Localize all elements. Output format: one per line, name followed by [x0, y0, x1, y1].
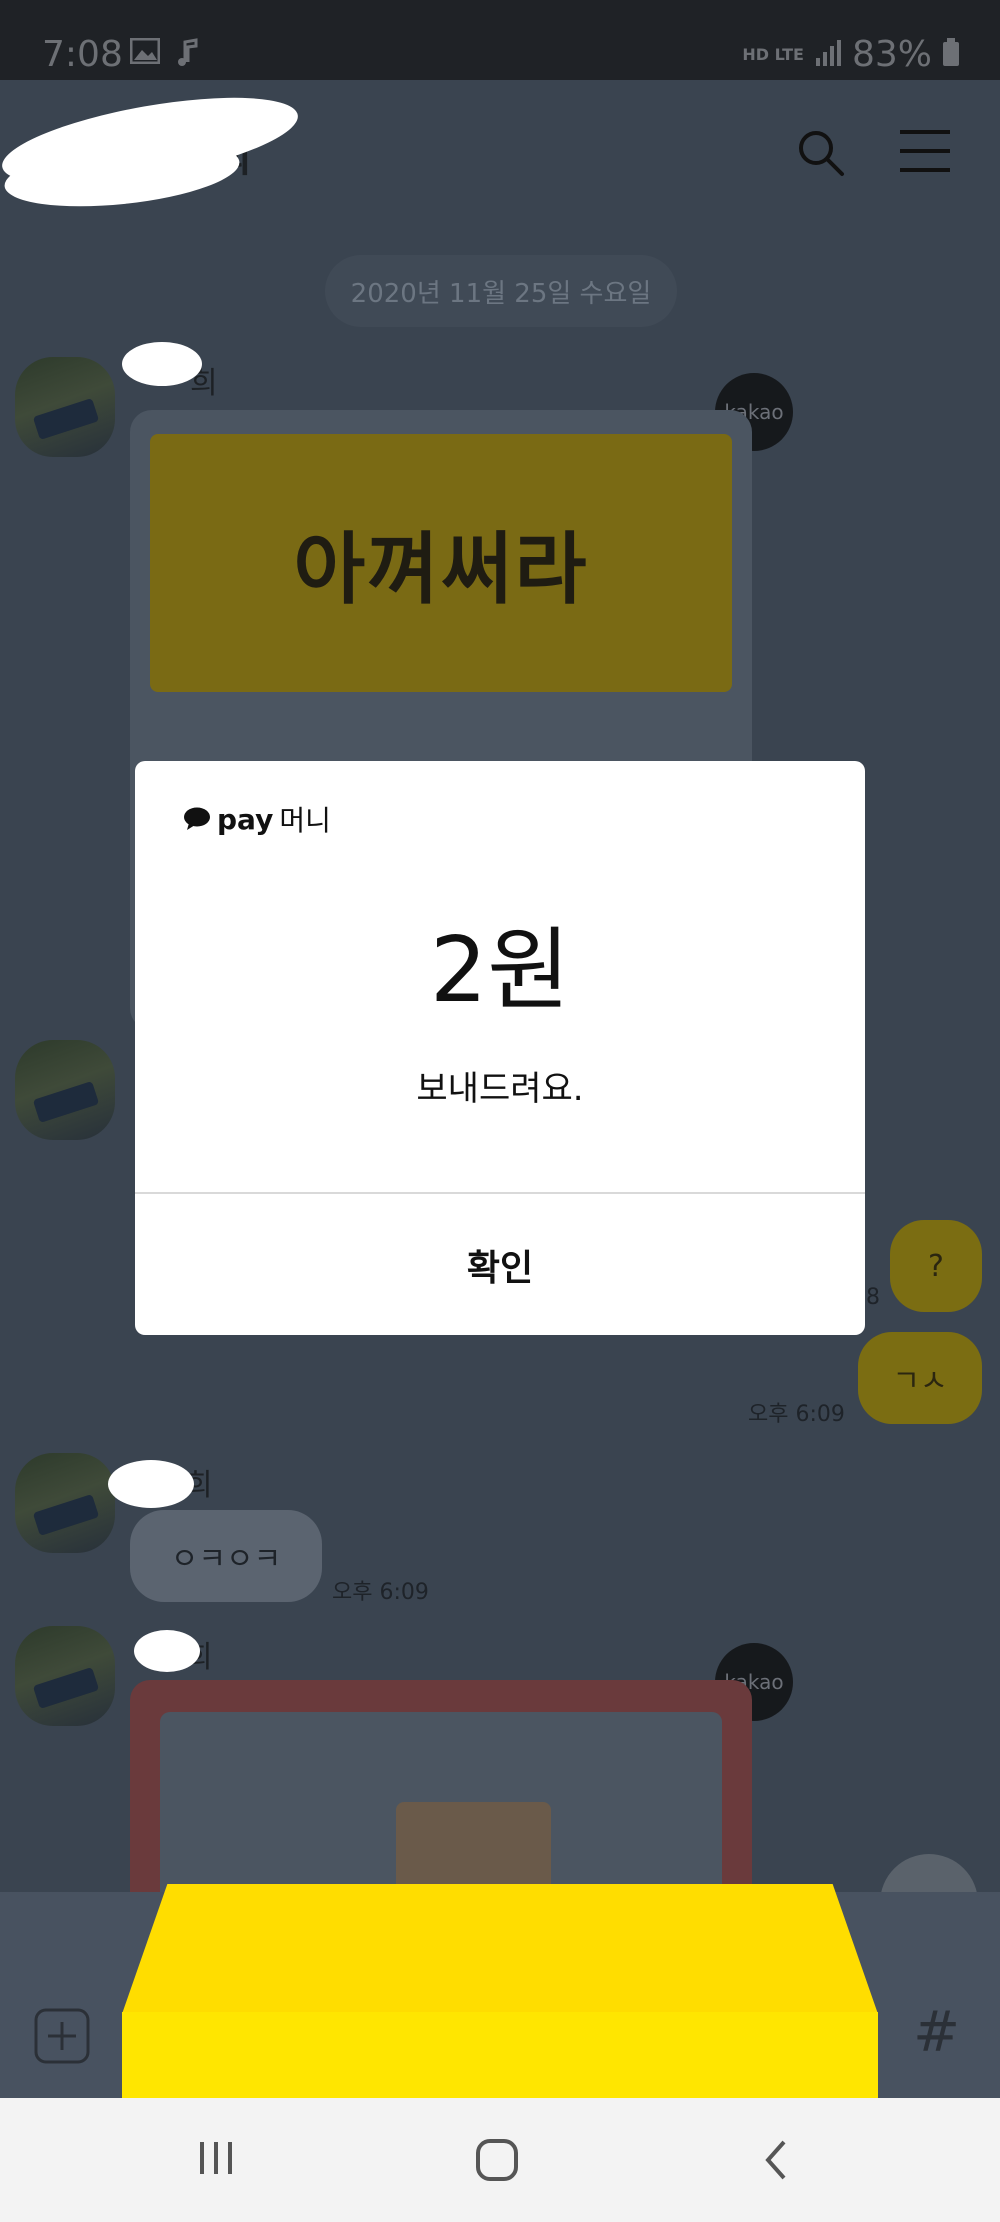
my-message-bubble[interactable]: ㄱㅅ — [858, 1332, 982, 1424]
gallery-notification-icon — [129, 37, 161, 68]
envelope-graphic — [122, 1884, 878, 2102]
message-time: 오후 6:09 — [748, 1402, 845, 1427]
battery-percent: 83% — [851, 34, 932, 75]
status-bar: 7:08 HD LTE 83% — [0, 0, 1000, 80]
redaction-scribble — [122, 342, 202, 386]
avatar[interactable] — [15, 357, 115, 457]
menu-icon[interactable] — [898, 128, 952, 178]
envelope-body — [122, 2012, 878, 2102]
envelope-flap — [122, 1884, 878, 2014]
confirm-button[interactable]: 확인 — [135, 1194, 865, 1335]
kakaopay-brand: pay 머니 — [183, 799, 331, 839]
hash-button[interactable]: # — [913, 2000, 960, 2065]
plus-icon[interactable] — [34, 2008, 90, 2068]
gift-banner: 아껴써라 — [150, 434, 732, 692]
brand-money: 머니 — [279, 804, 331, 837]
their-message-bubble[interactable]: ㅇㅋㅇㅋ — [130, 1510, 322, 1602]
my-message-bubble[interactable]: ? — [890, 1220, 982, 1312]
status-time: 7:08 — [42, 34, 123, 75]
search-icon[interactable] — [796, 128, 846, 182]
signal-icon — [814, 34, 842, 75]
back-icon[interactable] — [762, 2138, 790, 2186]
pay-money-dialog: pay 머니 2원 보내드려요. 확인 — [135, 761, 865, 1335]
home-icon[interactable] — [475, 2138, 519, 2186]
recent-apps-icon[interactable] — [196, 2138, 236, 2182]
music-note-icon — [176, 38, 200, 72]
battery-icon — [942, 34, 960, 75]
avatar[interactable] — [15, 1040, 115, 1140]
brand-pay: pay — [217, 802, 274, 836]
redaction-scribble — [108, 1460, 194, 1508]
system-nav-bar — [0, 2098, 1000, 2222]
message-time: 오후 6:09 — [332, 1580, 429, 1605]
amount: 2원 — [429, 918, 571, 1023]
avatar[interactable] — [15, 1626, 115, 1726]
status-right: HD LTE 83% — [742, 34, 960, 75]
chat-header: 희 — [0, 80, 1000, 230]
message-time: 8 — [866, 1285, 880, 1310]
dialog-message: 보내드려요. — [416, 1069, 584, 1109]
redaction-scribble — [134, 1630, 200, 1672]
speech-bubble-icon — [184, 807, 210, 830]
network-type: HD LTE — [742, 44, 804, 64]
avatar[interactable] — [15, 1453, 115, 1553]
date-separator: 2020년 11월 25일 수요일 — [325, 255, 677, 327]
